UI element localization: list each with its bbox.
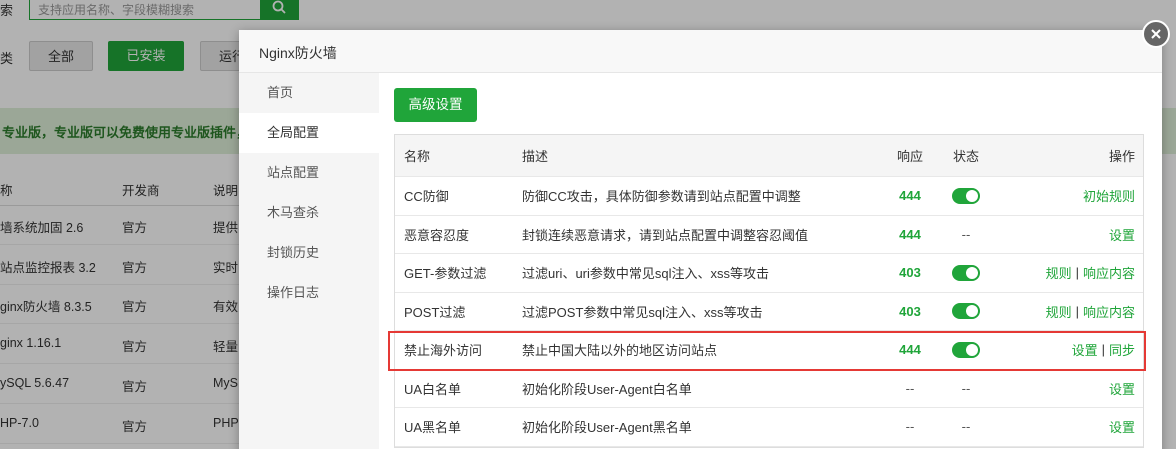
settings-link[interactable]: 设置 xyxy=(1109,379,1135,398)
modal-main: 高级设置 名称 描述 响应 状态 操作 CC防御 防御CC攻击，具体防御参数请到… xyxy=(379,73,1162,449)
sync-link[interactable]: 同步 xyxy=(1109,340,1135,359)
status-empty: -- xyxy=(961,419,971,435)
rule-description: 过滤POST参数中常见sql注入、xss等攻击 xyxy=(522,304,763,320)
rule-response-code: 444 xyxy=(899,188,921,204)
rule-name: GET-参数过滤 xyxy=(404,266,487,282)
status-empty: -- xyxy=(961,226,971,242)
status-toggle[interactable] xyxy=(952,264,980,281)
separator: | xyxy=(1075,265,1079,281)
sidebar-item-operation-log[interactable]: 操作日志 xyxy=(239,273,379,313)
status-toggle[interactable] xyxy=(952,187,980,204)
modal-title: Nginx防火墙 xyxy=(239,30,1162,73)
rule-response-code: 444 xyxy=(899,342,921,358)
table-row: GET-参数过滤 过滤uri、uri参数中常见sql注入、xss等攻击 403 … xyxy=(395,254,1143,293)
sidebar-item-site-config[interactable]: 站点配置 xyxy=(239,153,379,193)
init-rules-link[interactable]: 初始规则 xyxy=(1083,186,1135,205)
rule-description: 封锁连续恶意请求，请到站点配置中调整容忍阈值 xyxy=(522,227,809,243)
rule-name: UA白名单 xyxy=(404,381,462,397)
header-name: 名称 xyxy=(404,149,431,164)
table-row: POST过滤 过滤POST参数中常见sql注入、xss等攻击 403 规则 | 响应… xyxy=(395,293,1143,331)
status-toggle[interactable] xyxy=(952,341,980,358)
rule-response-code: -- xyxy=(905,380,915,396)
modal-sidebar: 首页 全局配置 站点配置 木马查杀 封锁历史 操作日志 xyxy=(239,73,379,449)
table-header: 名称 描述 响应 状态 操作 xyxy=(395,135,1143,177)
advanced-settings-button[interactable]: 高级设置 xyxy=(394,88,477,122)
rule-response-code: 444 xyxy=(899,226,921,242)
sidebar-item-block-history[interactable]: 封锁历史 xyxy=(239,233,379,273)
table-row: CC防御 防御CC攻击，具体防御参数请到站点配置中调整 444 初始规则 xyxy=(395,177,1143,216)
status-toggle[interactable] xyxy=(952,303,980,320)
rule-name: CC防御 xyxy=(404,189,449,205)
table-row: 禁止海外访问 禁止中国大陆以外的地区访问站点 444 设置 | 同步 xyxy=(395,331,1143,370)
response-content-link[interactable]: 响应内容 xyxy=(1083,263,1135,282)
rule-response-code: -- xyxy=(905,419,915,435)
table-row: 恶意容忍度 封锁连续恶意请求，请到站点配置中调整容忍阈值 444 -- 设置 xyxy=(395,216,1143,254)
rule-description: 初始化阶段User-Agent白名单 xyxy=(522,381,692,397)
rule-response-code: 403 xyxy=(899,265,921,281)
rule-name: UA黑名单 xyxy=(404,420,462,436)
settings-link[interactable]: 设置 xyxy=(1109,417,1135,436)
settings-link[interactable]: 设置 xyxy=(1109,225,1135,244)
rule-name: 恶意容忍度 xyxy=(404,227,470,243)
status-empty: -- xyxy=(961,380,971,396)
close-icon xyxy=(1151,29,1161,39)
rules-table: 名称 描述 响应 状态 操作 CC防御 防御CC攻击，具体防御参数请到站点配置中… xyxy=(394,134,1144,448)
rules-link[interactable]: 规则 xyxy=(1046,302,1072,321)
header-description: 描述 xyxy=(522,149,549,164)
rule-description: 防御CC攻击，具体防御参数请到站点配置中调整 xyxy=(522,189,801,205)
separator: | xyxy=(1101,342,1105,358)
response-content-link[interactable]: 响应内容 xyxy=(1083,302,1135,321)
rule-name: POST过滤 xyxy=(404,304,466,320)
settings-link[interactable]: 设置 xyxy=(1072,340,1098,359)
rule-description: 初始化阶段User-Agent黑名单 xyxy=(522,420,692,436)
header-actions: 操作 xyxy=(1108,149,1135,164)
separator: | xyxy=(1075,303,1079,319)
header-status: 状态 xyxy=(952,149,979,164)
table-row: UA白名单 初始化阶段User-Agent白名单 -- -- 设置 xyxy=(395,370,1143,408)
rule-response-code: 403 xyxy=(899,303,921,319)
nginx-firewall-modal: Nginx防火墙 首页 全局配置 站点配置 木马查杀 封锁历史 操作日志 高级设… xyxy=(239,30,1162,449)
header-response: 响应 xyxy=(896,149,923,164)
sidebar-item-home[interactable]: 首页 xyxy=(239,73,379,113)
rule-description: 过滤uri、uri参数中常见sql注入、xss等攻击 xyxy=(522,266,770,282)
rules-link[interactable]: 规则 xyxy=(1046,263,1072,282)
sidebar-item-trojan-scan[interactable]: 木马查杀 xyxy=(239,193,379,233)
modal-close-button[interactable] xyxy=(1142,20,1170,48)
sidebar-item-global-config[interactable]: 全局配置 xyxy=(239,113,379,153)
table-row: UA黑名单 初始化阶段User-Agent黑名单 -- -- 设置 xyxy=(395,408,1143,447)
rule-description: 禁止中国大陆以外的地区访问站点 xyxy=(522,343,718,359)
rule-name: 禁止海外访问 xyxy=(404,343,483,359)
